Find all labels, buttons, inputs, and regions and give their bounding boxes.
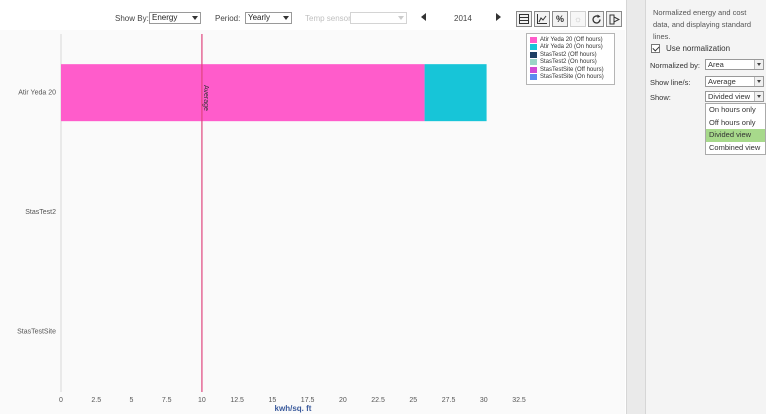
show-lines-label: Show line/s: <box>650 78 691 87</box>
legend-label: Atir Yeda 20 (On hours) <box>540 44 603 51</box>
bar-segment[interactable] <box>61 64 425 122</box>
y-category-label: StasTestSite <box>17 328 56 335</box>
next-year-button[interactable] <box>496 13 501 21</box>
panel-splitter[interactable] <box>626 0 646 414</box>
x-tick-label: 10 <box>198 397 206 404</box>
legend-label: StasTest2 (Off hours) <box>540 51 597 58</box>
prev-year-button[interactable] <box>421 13 426 21</box>
sun-icon: ☼ <box>573 14 583 24</box>
x-tick-label: 25 <box>409 397 417 404</box>
legend-swatch <box>530 74 537 81</box>
chevron-down-icon <box>283 16 289 20</box>
use-normalization-label: Use normalization <box>666 44 731 53</box>
legend-item[interactable]: Atir Yeda 20 (On hours) <box>530 44 611 52</box>
show-option[interactable]: On hours only <box>706 104 765 117</box>
temp-sensor-label: Temp sensor: <box>305 14 354 23</box>
x-tick-label: 22.5 <box>371 397 385 404</box>
period-value: Yearly <box>248 13 270 22</box>
chevron-down-icon <box>398 16 404 20</box>
legend-swatch <box>530 59 537 66</box>
legend-swatch <box>530 44 537 51</box>
x-tick-label: 27.5 <box>442 397 456 404</box>
line-chart-icon <box>537 14 547 24</box>
legend-item[interactable]: StasTestSite (Off hours) <box>530 66 611 74</box>
normalized-by-label: Normalized by: <box>650 61 701 70</box>
x-tick-label: 20 <box>339 397 347 404</box>
chevron-down-icon <box>754 92 763 101</box>
legend-label: StasTestSite (On hours) <box>540 74 604 81</box>
sun-button[interactable]: ☼ <box>570 11 586 27</box>
bar-chart: Average Atir Yeda 20 StasTest2 StasTestSit… <box>17 34 526 413</box>
x-tick-label: 0 <box>59 397 63 404</box>
chart-legend: Atir Yeda 20 (Off hours) Atir Yeda 20 (On… <box>526 33 615 85</box>
x-axis-label: kwh/sq. ft <box>275 404 312 413</box>
show-by-select[interactable]: Energy <box>149 12 201 24</box>
show-option[interactable]: Combined view <box>706 142 765 155</box>
show-by-value: Energy <box>152 13 178 22</box>
average-line-label: Average <box>202 85 209 111</box>
legend-swatch <box>530 51 537 58</box>
year-label: 2014 <box>454 14 472 23</box>
show-option[interactable]: Off hours only <box>706 117 765 130</box>
normalized-by-select[interactable]: Area <box>705 59 764 70</box>
x-tick-label: 7.5 <box>162 397 172 404</box>
show-value: Divided view <box>708 92 751 101</box>
y-category-label: StasTest2 <box>25 209 56 216</box>
legend-label: StasTestSite (Off hours) <box>540 66 604 73</box>
chevron-down-icon <box>192 16 198 20</box>
legend-swatch <box>530 36 537 43</box>
legend-item[interactable]: StasTestSite (On hours) <box>530 74 611 82</box>
show-lines-select[interactable]: Average <box>705 76 764 87</box>
percent-icon: % <box>555 14 564 24</box>
bar-segment[interactable] <box>424 64 487 122</box>
show-select[interactable]: Divided view <box>705 91 764 102</box>
legend-label: StasTest2 (On hours) <box>540 59 597 66</box>
legend-item[interactable]: StasTest2 (On hours) <box>530 59 611 67</box>
x-tick-label: 30 <box>480 397 488 404</box>
x-tick-label: 32.5 <box>512 397 526 404</box>
period-label: Period: <box>215 14 241 23</box>
legend-swatch <box>530 66 537 73</box>
show-by-label: Show By: <box>115 14 149 23</box>
show-label: Show: <box>650 93 671 102</box>
show-option[interactable]: Divided view <box>706 129 765 142</box>
x-tick-label: 17.5 <box>301 397 315 404</box>
y-category-label: Atir Yeda 20 <box>18 90 56 97</box>
chevron-down-icon <box>754 60 763 69</box>
refresh-button[interactable] <box>588 11 604 27</box>
legend-item[interactable]: StasTest2 (Off hours) <box>530 51 611 59</box>
export-icon <box>609 14 620 24</box>
show-lines-value: Average <box>708 77 736 86</box>
table-view-button[interactable] <box>516 11 532 27</box>
legend-item[interactable]: Atir Yeda 20 (Off hours) <box>530 36 611 44</box>
panel-description: Normalized energy and cost data, and dis… <box>653 8 751 41</box>
x-tick-label: 5 <box>130 397 134 404</box>
normalized-by-value: Area <box>708 60 724 69</box>
x-tick-label: 2.5 <box>91 397 101 404</box>
checkbox-checked[interactable] <box>651 44 660 53</box>
settings-panel: Normalized energy and cost data, and dis… <box>646 0 766 414</box>
x-tick-label: 12.5 <box>230 397 244 404</box>
period-select[interactable]: Yearly <box>245 12 292 24</box>
export-button[interactable] <box>606 11 622 27</box>
x-tick-label: 15 <box>268 397 276 404</box>
refresh-icon <box>591 14 601 24</box>
percent-button[interactable]: % <box>552 11 568 27</box>
temp-sensor-select[interactable] <box>350 12 407 24</box>
chart-area: Average Atir Yeda 20 StasTest2 StasTestSit… <box>0 30 625 414</box>
chevron-down-icon <box>754 77 763 86</box>
legend-label: Atir Yeda 20 (Off hours) <box>540 36 603 43</box>
table-icon <box>519 14 529 24</box>
line-chart-button[interactable] <box>534 11 550 27</box>
show-dropdown-list: On hours only Off hours only Divided view C… <box>705 103 766 155</box>
use-normalization-checkbox[interactable]: Use normalization <box>651 44 730 53</box>
